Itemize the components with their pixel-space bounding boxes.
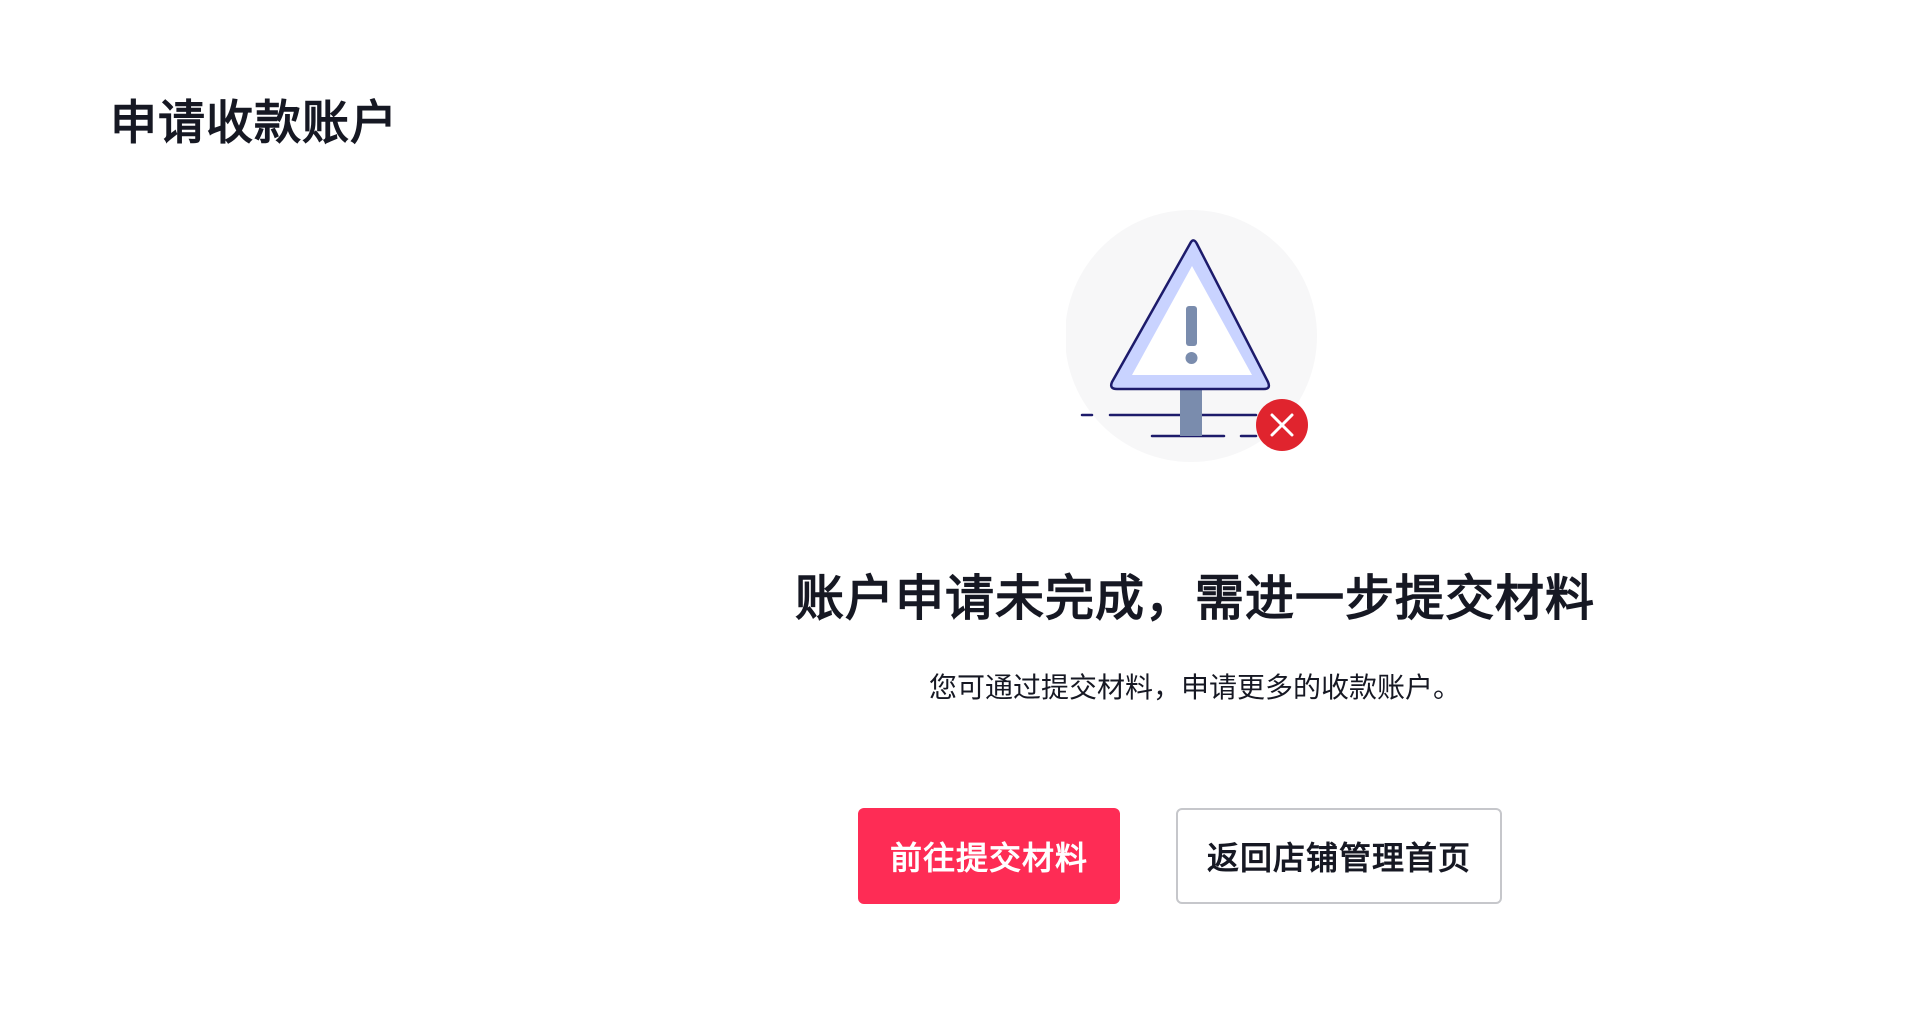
exclamation-dot — [1185, 352, 1198, 364]
submit-materials-button[interactable]: 前往提交材料 — [858, 808, 1120, 904]
error-close-icon — [1256, 399, 1308, 451]
page: 申请收款账户 账户申请未完成，需进一步提交材料 您可通过提交材料，申请更多的收款… — [0, 0, 1910, 1018]
result-title: 账户申请未完成，需进一步提交材料 — [794, 570, 1595, 627]
result-description: 您可通过提交材料，申请更多的收款账户。 — [928, 671, 1461, 704]
page-title: 申请收款账户 — [110, 96, 398, 151]
exclamation-bar — [1186, 306, 1197, 346]
sign-post — [1180, 388, 1202, 436]
back-to-store-home-button[interactable]: 返回店铺管理首页 — [1176, 808, 1502, 904]
warning-sign-icon — [1066, 210, 1317, 462]
